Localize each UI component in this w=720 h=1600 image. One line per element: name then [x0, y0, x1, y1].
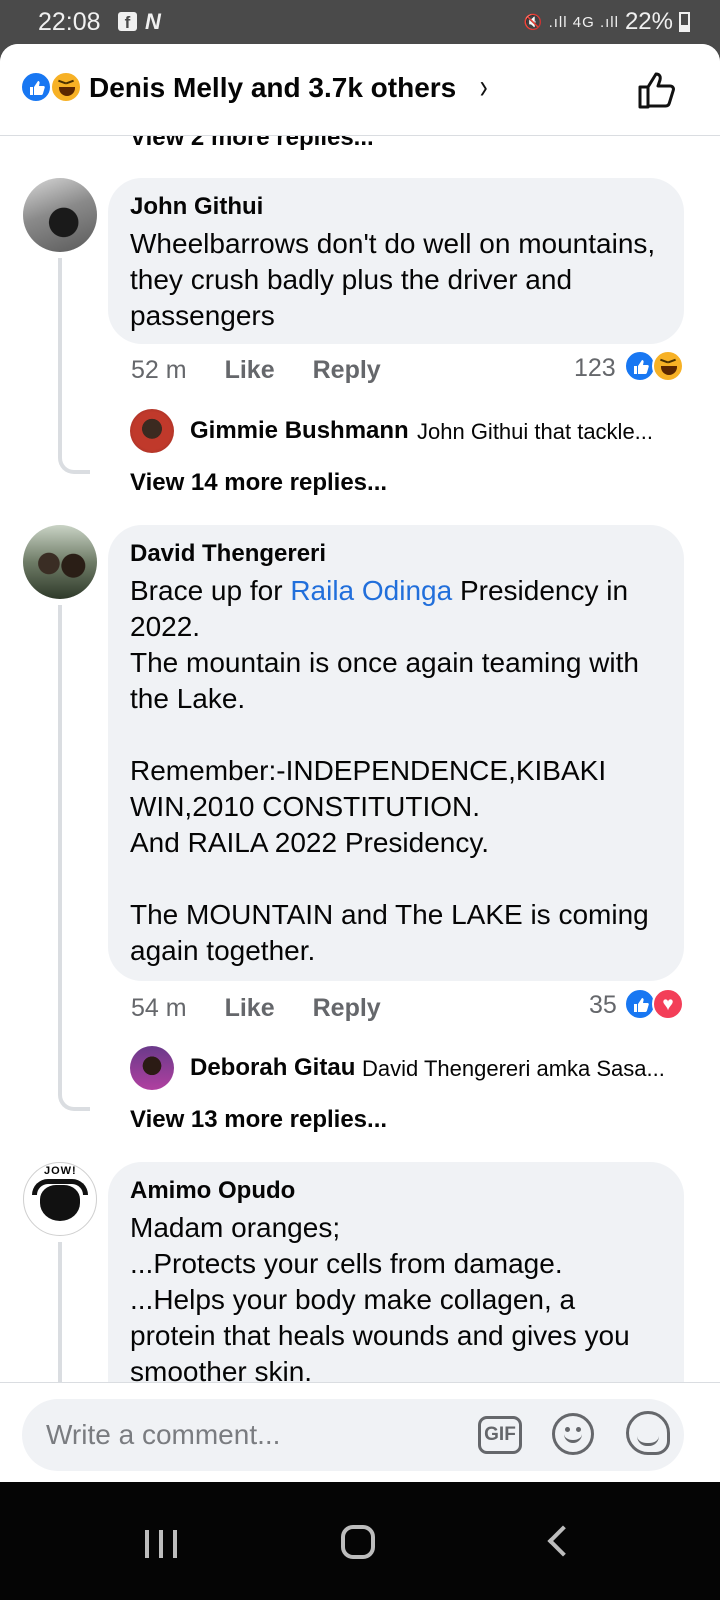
comment-actions: 52 m Like Reply	[131, 356, 381, 385]
comment-actions: 54 m Like Reply	[131, 994, 381, 1023]
comment-text: Brace up for Raila Odinga Presidency in …	[130, 573, 662, 969]
reactions-header[interactable]: Denis Melly and 3.7k others ›	[0, 44, 720, 136]
reply-button[interactable]: Reply	[313, 994, 381, 1023]
comment-time: 54 m	[131, 994, 187, 1022]
reply-author[interactable]: Deborah Gitau	[190, 1054, 355, 1082]
haha-icon	[50, 71, 82, 103]
comment-input[interactable]	[46, 1415, 446, 1455]
like-button[interactable]: Like	[225, 994, 275, 1023]
status-right: 🔇 .ıll 4G .ıll 22%	[524, 8, 690, 36]
sticker-icon[interactable]	[626, 1411, 670, 1455]
reply-author[interactable]: Gimmie Bushmann	[190, 417, 409, 445]
like-button[interactable]: Like	[225, 356, 275, 385]
comment-bubble[interactable]: John Githui Wheelbarrows don't do well o…	[108, 178, 684, 344]
comment-author[interactable]: Amimo Opudo	[130, 1176, 662, 1206]
recents-button-icon[interactable]	[145, 1530, 177, 1558]
home-button-icon[interactable]	[341, 1525, 375, 1559]
view-more-replies[interactable]: View 14 more replies...	[130, 469, 387, 497]
thumbs-up-icon[interactable]	[636, 68, 680, 112]
like-icon	[20, 71, 52, 103]
reply-preview[interactable]: Gimmie Bushmann John Githui that tackle.…	[130, 409, 690, 453]
avatar[interactable]	[23, 525, 97, 599]
comment-author[interactable]: David Thengereri	[130, 539, 662, 569]
back-button-icon[interactable]	[547, 1525, 579, 1557]
mention-link[interactable]: Raila Odinga	[290, 575, 452, 606]
avatar[interactable]	[130, 409, 174, 453]
comment-text: Madam oranges; ...Protects your cells fr…	[130, 1212, 630, 1387]
comment-author[interactable]: John Githui	[130, 192, 662, 222]
bull-logo-icon	[40, 1185, 80, 1221]
system-navigation-bar	[0, 1482, 720, 1600]
comment-time: 52 m	[131, 356, 187, 384]
status-bar: 22:08 f N 🔇 .ıll 4G .ıll 22%	[0, 0, 720, 44]
comment-text-rest: Presidency in 2022. The mountain is once…	[130, 575, 649, 966]
comment-bubble[interactable]: David Thengereri Brace up for Raila Odin…	[108, 525, 684, 981]
avatar[interactable]	[130, 1046, 174, 1090]
avatar[interactable]	[23, 178, 97, 252]
gif-button[interactable]: GIF	[478, 1416, 522, 1454]
reply-button[interactable]: Reply	[313, 356, 381, 385]
facebook-notification-icon: f	[118, 12, 137, 32]
reply-text: David Thengereri amka Sasa...	[362, 1056, 665, 1081]
battery-icon	[679, 12, 690, 32]
chevron-right-icon[interactable]: ›	[480, 68, 488, 107]
avatar[interactable]: JOW!	[23, 1162, 97, 1236]
comment-reactions[interactable]	[624, 350, 688, 382]
reply-preview[interactable]: Deborah Gitau David Thengereri amka Sasa…	[130, 1046, 690, 1090]
thread-line	[58, 258, 62, 448]
comment-composer[interactable]: GIF	[22, 1399, 684, 1471]
header-reactions	[20, 71, 84, 103]
news-notification-icon: N	[145, 9, 161, 34]
comment-composer-bar: GIF	[0, 1382, 720, 1482]
comment-text: Wheelbarrows don't do well on mountains,…	[130, 228, 663, 331]
thread-connector	[58, 1085, 90, 1111]
avatar-logo-text: JOW!	[44, 1165, 77, 1177]
reply-text: John Githui that tackle...	[417, 419, 654, 444]
comment-text-start: Brace up for	[130, 575, 291, 606]
thread-line	[58, 605, 62, 1085]
emoji-icon[interactable]	[552, 1413, 594, 1455]
signal-icons: 🔇 .ıll 4G .ıll	[523, 14, 619, 31]
reaction-count[interactable]: 35	[589, 991, 617, 1020]
comments-sheet: Denis Melly and 3.7k others › View 2 mor…	[0, 44, 720, 1513]
reaction-count[interactable]: 123	[574, 354, 616, 383]
reactions-summary[interactable]: Denis Melly and 3.7k others	[89, 72, 456, 104]
view-more-replies[interactable]: View 13 more replies...	[130, 1106, 387, 1134]
comment-reactions[interactable]: ♥	[624, 988, 688, 1020]
battery-percent: 22%	[624, 8, 673, 35]
love-icon: ♥	[652, 988, 684, 1020]
haha-icon	[652, 350, 684, 382]
status-time: 22:08	[38, 8, 101, 36]
